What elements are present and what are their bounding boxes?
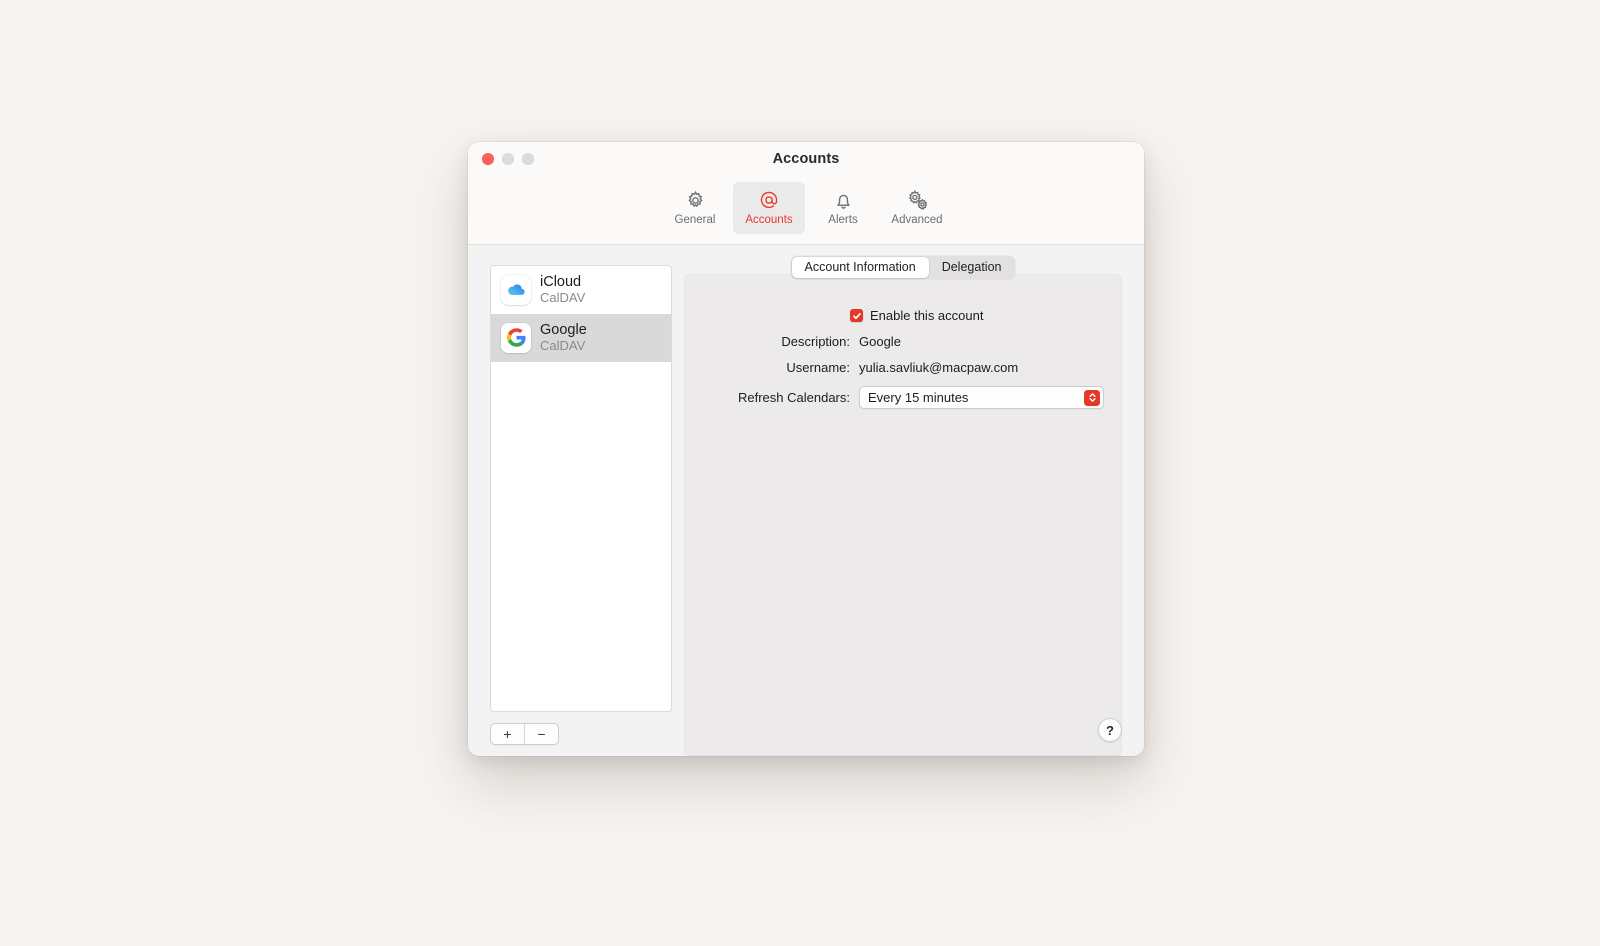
accounts-list[interactable]: iCloud CalDAV Google [490,265,672,712]
account-type: CalDAV [540,339,587,354]
refresh-calendars-popup-button[interactable]: Every 15 minutes [859,386,1104,409]
accounts-list-footer: + − [490,712,672,756]
preferences-toolbar: General Accounts Alerts [468,182,1144,245]
help-button[interactable]: ? [1098,718,1122,742]
description-row: Description: Google [684,334,1122,349]
username-value[interactable]: yulia.savliuk@macpaw.com [859,360,1018,375]
enable-account-label: Enable this account [870,308,983,323]
account-name: Google [540,322,587,338]
detail-tabbar: Account Information Delegation [684,256,1122,279]
account-info-google: Google CalDAV [540,322,587,354]
refresh-calendars-label: Refresh Calendars: [684,390,859,405]
refresh-calendars-row: Refresh Calendars: Every 15 minutes [684,386,1122,409]
description-label: Description: [684,334,859,349]
icloud-icon [501,275,531,305]
toolbar-item-advanced[interactable]: Advanced [881,182,953,234]
detail-tabs: Account Information Delegation [791,256,1016,279]
remove-account-button[interactable]: − [524,724,558,744]
window-title: Accounts [468,151,1144,167]
preferences-content: iCloud CalDAV Google [468,245,1144,756]
toolbar-item-general-label: General [675,215,716,227]
enable-account-checkbox[interactable] [850,309,863,322]
enable-account-row: Enable this account [684,308,1122,323]
description-value[interactable]: Google [859,334,901,349]
username-label: Username: [684,360,859,375]
account-row-icloud[interactable]: iCloud CalDAV [491,266,671,314]
username-row: Username: yulia.savliuk@macpaw.com [684,360,1122,375]
tab-account-information[interactable]: Account Information [792,257,929,278]
double-gear-icon [906,188,929,212]
account-information-panel: Enable this account Description: Google … [684,274,1122,756]
account-detail-pane: Account Information Delegation Enable th… [684,265,1122,756]
toolbar-item-alerts[interactable]: Alerts [807,182,879,234]
toolbar-item-alerts-label: Alerts [828,215,857,227]
gear-icon [685,188,706,212]
title-bar: Accounts [468,142,1144,182]
account-type: CalDAV [540,291,585,306]
toolbar-item-advanced-label: Advanced [891,215,942,227]
account-info-icloud: iCloud CalDAV [540,274,585,306]
account-name: iCloud [540,274,585,290]
account-row-google[interactable]: Google CalDAV [491,314,671,362]
google-icon [501,323,531,353]
toolbar-item-general[interactable]: General [659,182,731,234]
account-form: Enable this account Description: Google … [684,308,1122,409]
add-account-button[interactable]: + [491,724,524,744]
bell-icon [833,188,854,212]
tab-delegation[interactable]: Delegation [929,257,1015,278]
add-remove-segmented-control: + − [490,723,559,745]
toolbar-item-accounts[interactable]: Accounts [733,182,805,234]
refresh-calendars-value: Every 15 minutes [868,390,968,405]
toolbar-item-accounts-label: Accounts [745,215,792,227]
accounts-preferences-window: Accounts General Accounts [468,142,1144,756]
accounts-sidebar: iCloud CalDAV Google [490,265,672,756]
at-sign-icon [758,188,780,212]
chevron-up-down-icon [1084,390,1100,406]
